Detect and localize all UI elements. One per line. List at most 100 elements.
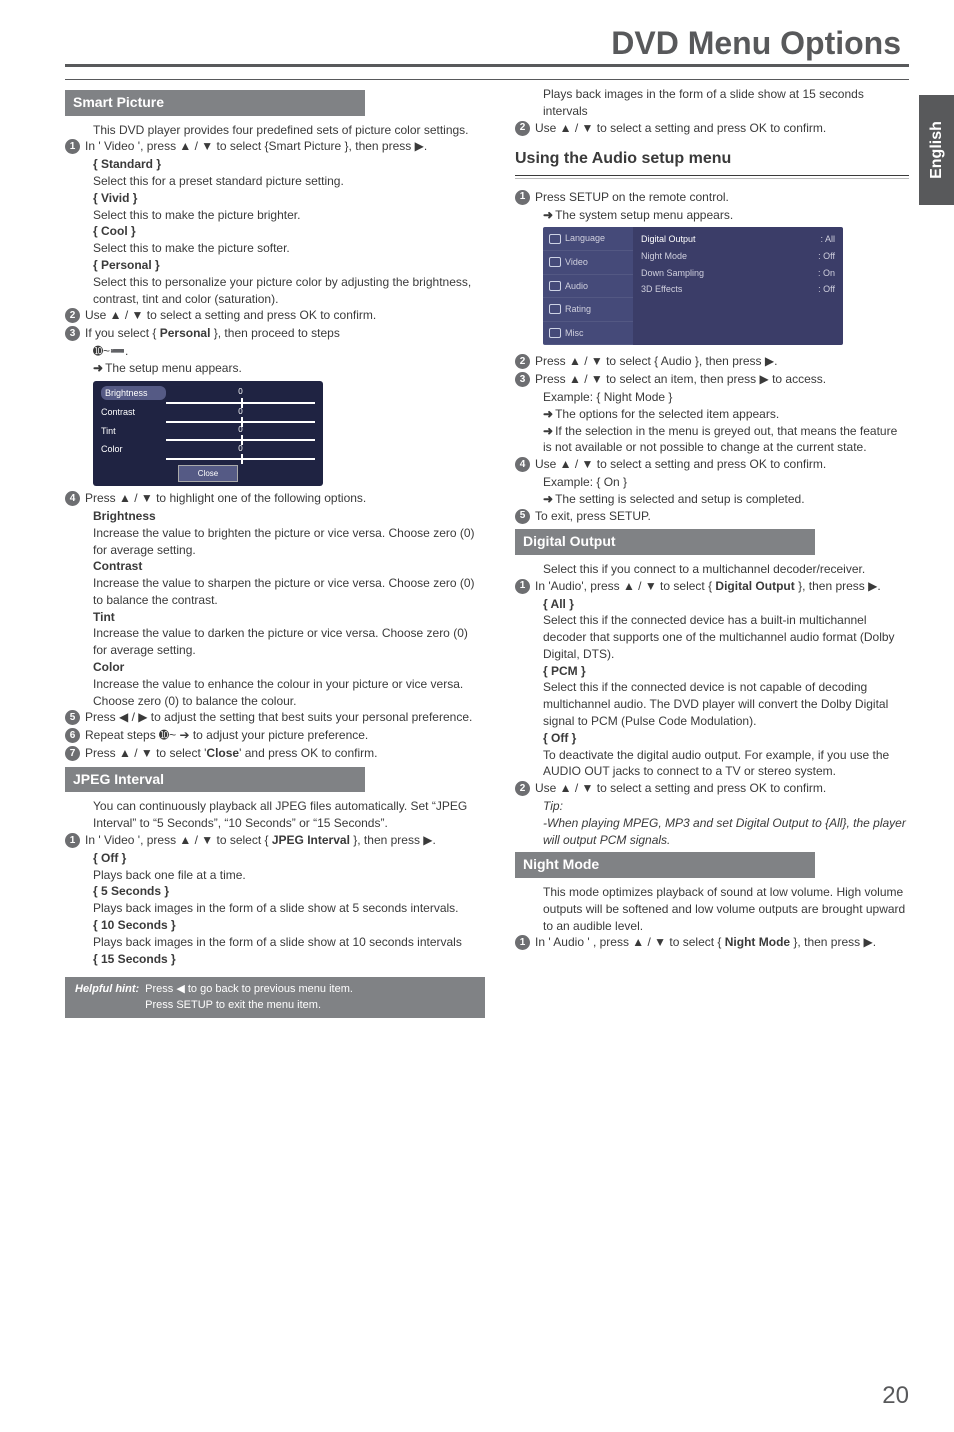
step-text: Press ▲ / ▼ to select 'Close' and press …: [85, 745, 485, 762]
smart-picture-step-4: 4 Press ▲ / ▼ to highlight one of the fo…: [65, 490, 485, 507]
opt-digital-output: Digital Output: All: [633, 231, 843, 248]
step-text: In ' Video ', press ▲ / ▼ to select { JP…: [85, 832, 485, 849]
left-column: Smart Picture This DVD player provides f…: [65, 86, 485, 1018]
menu-item-audio: Audio: [543, 275, 633, 299]
lock-icon: [549, 304, 561, 314]
jpeg-15s-desc: Plays back images in the form of a slide…: [515, 86, 909, 120]
tip-label: Tip:: [515, 798, 909, 815]
step-badge-2: 2: [515, 121, 530, 136]
greyed-out-note: If the selection in the menu is greyed o…: [515, 423, 909, 457]
step-text: Use ▲ / ▼ to select a setting and press …: [85, 307, 485, 324]
audio-step-2: 2 Press ▲ / ▼ to select { Audio }, then …: [515, 353, 909, 370]
audio-step-1: 1 Press SETUP on the remote control.: [515, 189, 909, 206]
step-text: Press ▲ / ▼ to highlight one of the foll…: [85, 490, 485, 507]
opt-3d-effects: 3D Effects: Off: [633, 281, 843, 298]
jpeg-5s-desc: Plays back images in the form of a slide…: [65, 900, 485, 917]
menu-sidebar: Language Video Audio Rating Misc: [543, 227, 633, 345]
step-text: In ' Video ', press ▲ / ▼ to select {Sma…: [85, 138, 485, 155]
header-rule-thick: [65, 64, 909, 67]
header-bar: DVD Menu Options: [65, 25, 909, 62]
step-text: Use ▲ / ▼ to select a setting and press …: [535, 780, 909, 797]
example-on: Example: { On }: [515, 474, 909, 491]
night-mode-step-1: 1 In ' Audio ' , press ▲ / ▼ to select {…: [515, 934, 909, 951]
smart-picture-step-7: 7 Press ▲ / ▼ to select 'Close' and pres…: [65, 745, 485, 762]
step-range: ➓~➖.: [65, 343, 485, 360]
opt-vivid-desc: Select this to make the picture brighter…: [65, 207, 485, 224]
opt-cool-label: { Cool }: [65, 223, 485, 240]
menu-item-rating: Rating: [543, 298, 633, 322]
setting-completed: The setting is selected and setup is com…: [515, 491, 909, 508]
tint-desc: Increase the value to darken the picture…: [65, 625, 485, 659]
step-text: In 'Audio', press ▲ / ▼ to select { Digi…: [535, 578, 909, 595]
opt-personal-label: { Personal }: [65, 257, 485, 274]
step-badge-2: 2: [515, 781, 530, 796]
smart-picture-intro: This DVD player provides four predefined…: [65, 122, 485, 139]
video-icon: [549, 257, 561, 267]
do-all-desc: Select this if the connected device has …: [515, 612, 909, 662]
step-badge-6: 6: [65, 728, 80, 743]
digital-output-heading: Digital Output: [515, 529, 815, 555]
smart-picture-step-1: 1 In ' Video ', press ▲ / ▼ to select {S…: [65, 138, 485, 155]
content-columns: Smart Picture This DVD player provides f…: [65, 86, 909, 1018]
page: DVD Menu Options English Smart Picture T…: [0, 0, 954, 1432]
contrast-row: Contrast: [101, 406, 166, 419]
smart-picture-step-3: 3 If you select { Personal }, then proce…: [65, 325, 485, 342]
setup-menu-appears: The setup menu appears.: [65, 360, 485, 377]
step-badge-1: 1: [515, 190, 530, 205]
helpful-hint-label: Helpful hint:: [75, 982, 139, 1013]
do-pcm-desc: Select this if the connected device is n…: [515, 679, 909, 729]
step-badge-4: 4: [515, 457, 530, 472]
audio-step-3: 3 Press ▲ / ▼ to select an item, then pr…: [515, 371, 909, 388]
smart-picture-step-5: 5 Press ◀ / ▶ to adjust the setting that…: [65, 709, 485, 726]
opt-cool-desc: Select this to make the picture softer.: [65, 240, 485, 257]
step-text: Press ▲ / ▼ to select { Audio }, then pr…: [535, 353, 909, 370]
header-rule-thin: [65, 79, 909, 80]
step-badge-3: 3: [515, 372, 530, 387]
night-mode-heading: Night Mode: [515, 852, 815, 878]
picture-adjust-panel: Brightness0 Contrast0 Tint0 Color0 Close: [93, 381, 323, 487]
step-text: In ' Audio ' , press ▲ / ▼ to select { N…: [535, 934, 909, 951]
jpeg-10s-desc: Plays back images in the form of a slide…: [65, 934, 485, 951]
example-night-mode: Example: { Night Mode }: [515, 389, 909, 406]
tint-heading: Tint: [65, 609, 485, 626]
jpeg-5s-label: { 5 Seconds }: [65, 883, 485, 900]
step-badge-7: 7: [65, 746, 80, 761]
step-text: Repeat steps ➓~ ➔ to adjust your picture…: [85, 727, 485, 744]
step-text: To exit, press SETUP.: [535, 508, 909, 525]
menu-item-misc: Misc: [543, 322, 633, 346]
color-heading: Color: [65, 659, 485, 676]
step-badge-4: 4: [65, 491, 80, 506]
helpful-hint-body: Press ◀ to go back to previous menu item…: [145, 982, 353, 1013]
jpeg-15s-label: { 15 Seconds }: [65, 951, 485, 968]
options-appear: The options for the selected item appear…: [515, 406, 909, 423]
step-text: Press ▲ / ▼ to select an item, then pres…: [535, 371, 909, 388]
brightness-row: Brightness: [101, 386, 166, 401]
step-badge-2: 2: [515, 354, 530, 369]
opt-standard-label: { Standard }: [65, 156, 485, 173]
system-menu-appears: The system setup menu appears.: [515, 207, 909, 224]
page-title: DVD Menu Options: [611, 25, 909, 62]
audio-setup-heading: Using the Audio setup menu: [515, 148, 909, 170]
step-badge-1: 1: [515, 579, 530, 594]
smart-picture-heading: Smart Picture: [65, 90, 365, 116]
brightness-heading: Brightness: [65, 508, 485, 525]
tip-body: -When playing MPEG, MP3 and set Digital …: [515, 815, 909, 849]
jpeg-off-desc: Plays back one file at a time.: [65, 867, 485, 884]
helpful-hint-box: Helpful hint: Press ◀ to go back to prev…: [65, 977, 485, 1018]
jpeg-step-1: 1 In ' Video ', press ▲ / ▼ to select { …: [65, 832, 485, 849]
color-row: Color: [101, 443, 166, 456]
page-number: 20: [882, 1382, 909, 1410]
step-badge-1: 1: [65, 833, 80, 848]
color-desc: Increase the value to enhance the colour…: [65, 676, 485, 710]
step-badge-1: 1: [65, 139, 80, 154]
close-button-graphic: Close: [178, 465, 238, 482]
heading-rule: [515, 175, 909, 179]
contrast-desc: Increase the value to sharpen the pictur…: [65, 575, 485, 609]
opt-vivid-label: { Vivid }: [65, 190, 485, 207]
language-side-tab: English: [919, 95, 954, 205]
globe-icon: [549, 234, 561, 244]
step-badge-2: 2: [65, 308, 80, 323]
menu-options: Digital Output: All Night Mode: Off Down…: [633, 227, 843, 345]
step-text: Press SETUP on the remote control.: [535, 189, 909, 206]
menu-item-video: Video: [543, 251, 633, 275]
